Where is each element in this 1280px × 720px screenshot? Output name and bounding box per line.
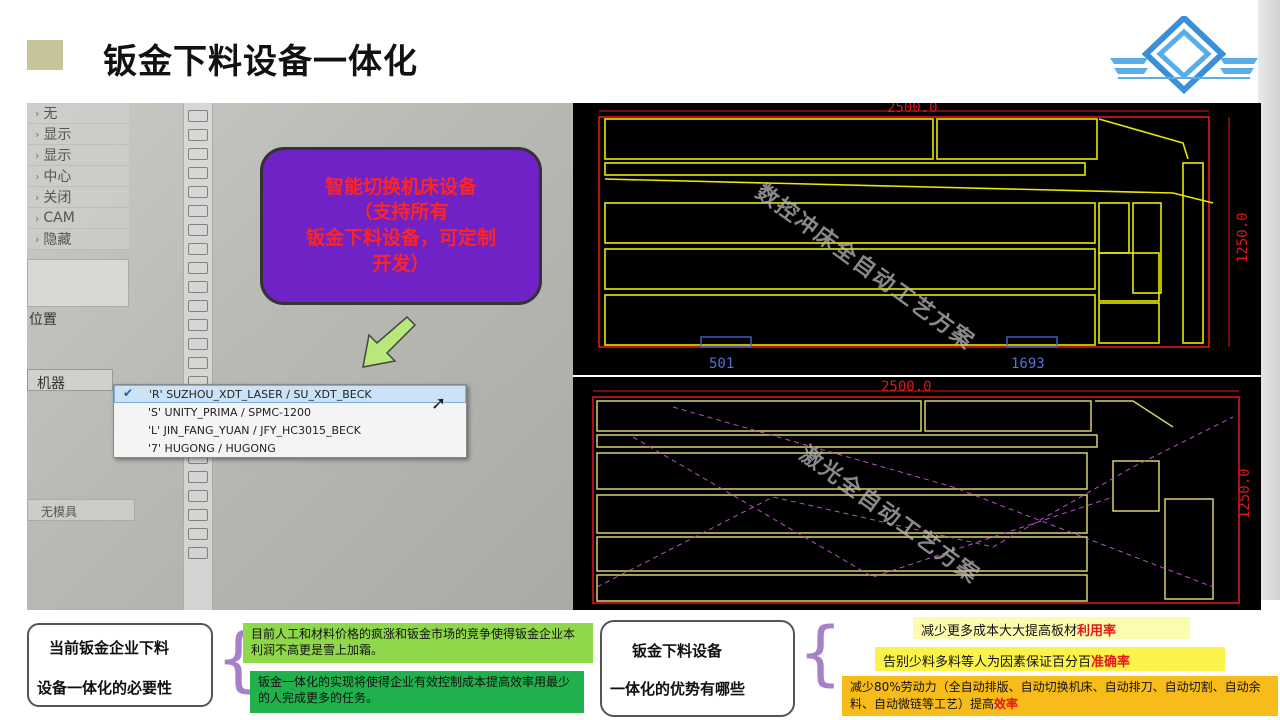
nesting-drawing <box>592 390 1240 604</box>
advantage-highlight: 利用率 <box>1077 624 1117 639</box>
chevron-icon: › <box>35 190 40 204</box>
tool-icon[interactable] <box>188 509 208 521</box>
tool-icon[interactable] <box>188 129 208 141</box>
menu-item[interactable]: › CAM <box>27 208 129 229</box>
tool-icon[interactable] <box>188 186 208 198</box>
menu-item-label: 无 <box>43 106 58 122</box>
tool-icon[interactable] <box>188 281 208 293</box>
chevron-icon: › <box>35 106 40 120</box>
reason-note: 钣金一体化的实现将使得企业有效控制成本提高效率用最少的人完成更多的任务。 <box>250 671 584 713</box>
cad-laser-layout: 2500.0 1250.0 激光全自动工艺方案 <box>573 377 1261 610</box>
advantage-text: 减少80%劳动力（全自动排版、自动切换机床、自动排刀、自动切割、自动余料、自动微… <box>850 680 1261 711</box>
dropdown-option[interactable]: 'S' UNITY_PRIMA / SPMC-1200 <box>114 403 466 421</box>
tool-icon[interactable] <box>188 490 208 502</box>
tool-icon[interactable] <box>188 300 208 312</box>
callout-line: 钣金下料设备，可定制 <box>305 227 496 249</box>
tool-icon[interactable] <box>188 547 208 559</box>
option-label: 'L' JIN_FANG_YUAN / JFY_HC3015_BECK <box>148 423 361 437</box>
advantages-box: 钣金下料设备 一体化的优势有哪些 <box>600 620 795 717</box>
tool-icon[interactable] <box>188 357 208 369</box>
title-marker <box>27 40 63 70</box>
advantage-item: 减少80%劳动力（全自动排版、自动切换机床、自动排刀、自动切割、自动余料、自动微… <box>842 676 1278 716</box>
menu-item-label: CAM <box>43 210 75 226</box>
advantage-item: 减少更多成本大大提高板材利用率 <box>913 617 1190 639</box>
callout-line: 智能切换机床设备 <box>324 175 477 198</box>
dropdown-option[interactable]: ✔ 'R' SUZHOU_XDT_LASER / SU_XDT_BECK <box>114 385 466 403</box>
menu-item-label: 隐藏 <box>43 232 72 248</box>
tool-icon[interactable] <box>188 205 208 217</box>
location-label: 位置 <box>29 312 57 328</box>
tool-icon[interactable] <box>188 243 208 255</box>
check-icon: ✔ <box>123 386 134 400</box>
mold-label: 无模具 <box>41 505 78 519</box>
chevron-icon: › <box>35 232 40 246</box>
chevron-icon: › <box>35 127 40 141</box>
mouse-cursor-icon: ➚ <box>431 393 447 414</box>
menu-item[interactable]: › 显示 <box>27 145 129 166</box>
callout-line: 开发） <box>372 252 430 275</box>
marker-dimension: 501 <box>709 356 735 372</box>
machine-label: 机器 <box>37 376 65 392</box>
reason-note: 目前人工和材料价格的疯涨和钣金市场的竞争使得钣金企业本利润不高更是雪上加霜。 <box>243 623 593 663</box>
necessity-line: 当前钣金企业下料 <box>49 639 170 657</box>
vertical-toolbar <box>183 103 213 610</box>
blank-field[interactable] <box>27 259 129 307</box>
tool-icon[interactable] <box>188 338 208 350</box>
brace-icon: { <box>798 612 843 694</box>
callout-line: （支持所有 <box>353 201 449 224</box>
menu-item[interactable]: › 关闭 <box>27 187 129 208</box>
page-title: 钣金下料设备一体化 <box>103 42 418 82</box>
menu-item-label: 关闭 <box>43 190 72 206</box>
advantages-line: 一体化的优势有哪些 <box>610 680 746 698</box>
tool-icon[interactable] <box>188 262 208 274</box>
cad-punch-layout: 2500.0 1250.0 501 1693 数控冲床全自动工艺方案 <box>573 103 1261 375</box>
advantage-highlight: 效率 <box>994 696 1019 711</box>
height-dimension: 1250.0 <box>1235 212 1251 263</box>
menu-item[interactable]: › 无 <box>27 103 129 124</box>
pointer-arrow-icon <box>362 315 417 368</box>
menu-item-label: 中心 <box>43 169 72 185</box>
tool-icon[interactable] <box>188 167 208 179</box>
advantage-text: 告别少料多料等人为因素保证百分百 <box>883 655 1092 670</box>
advantage-item: 告别少料多料等人为因素保证百分百准确率 <box>875 647 1225 671</box>
width-dimension: 2500.0 <box>887 103 938 116</box>
option-label: 'S' UNITY_PRIMA / SPMC-1200 <box>148 405 311 419</box>
menu-item-label: 显示 <box>43 127 72 143</box>
tool-icon[interactable] <box>188 528 208 540</box>
dropdown-option[interactable]: '7' HUGONG / HUGONG <box>114 439 466 457</box>
menu-item[interactable]: › 隐藏 <box>27 229 129 250</box>
menu-item[interactable]: › 中心 <box>27 166 129 187</box>
tool-icon[interactable] <box>188 224 208 236</box>
chevron-icon: › <box>35 148 40 162</box>
marker-dimension: 1693 <box>1011 356 1045 372</box>
tool-icon[interactable] <box>188 110 208 122</box>
necessity-box: 当前钣金企业下料 设备一体化的必要性 <box>27 623 213 707</box>
menu-item-label: 显示 <box>43 148 72 164</box>
feature-callout: 智能切换机床设备 （支持所有 钣金下料设备，可定制 开发） <box>260 147 542 305</box>
tool-icon[interactable] <box>188 148 208 160</box>
option-label: 'R' SUZHOU_XDT_LASER / SU_XDT_BECK <box>149 387 372 401</box>
option-label: '7' HUGONG / HUGONG <box>148 441 276 455</box>
chevron-icon: › <box>35 211 40 225</box>
height-dimension: 1250.0 <box>1237 468 1253 519</box>
company-logo-icon <box>1110 16 1258 95</box>
advantages-line: 钣金下料设备 <box>632 642 723 660</box>
tool-icon[interactable] <box>188 319 208 331</box>
chevron-icon: › <box>35 169 40 183</box>
software-photo: › 无 › 显示 › 显示 › 中心 › 关闭 › CAM › 隐藏 位置 机器 无模具 <box>27 103 573 610</box>
nesting-drawing <box>598 110 1230 348</box>
context-menu: › 无 › 显示 › 显示 › 中心 › 关闭 › CAM › 隐藏 <box>27 103 129 250</box>
advantage-highlight: 准确率 <box>1091 655 1131 670</box>
width-dimension: 2500.0 <box>881 379 932 395</box>
tool-icon[interactable] <box>188 471 208 483</box>
necessity-line: 设备一体化的必要性 <box>37 679 173 697</box>
machine-dropdown[interactable]: ✔ 'R' SUZHOU_XDT_LASER / SU_XDT_BECK 'S'… <box>113 384 467 458</box>
advantage-text: 减少更多成本大大提高板材 <box>921 624 1078 639</box>
slide-edge <box>1258 0 1280 600</box>
dropdown-option[interactable]: 'L' JIN_FANG_YUAN / JFY_HC3015_BECK <box>114 421 466 439</box>
menu-item[interactable]: › 显示 <box>27 124 129 145</box>
